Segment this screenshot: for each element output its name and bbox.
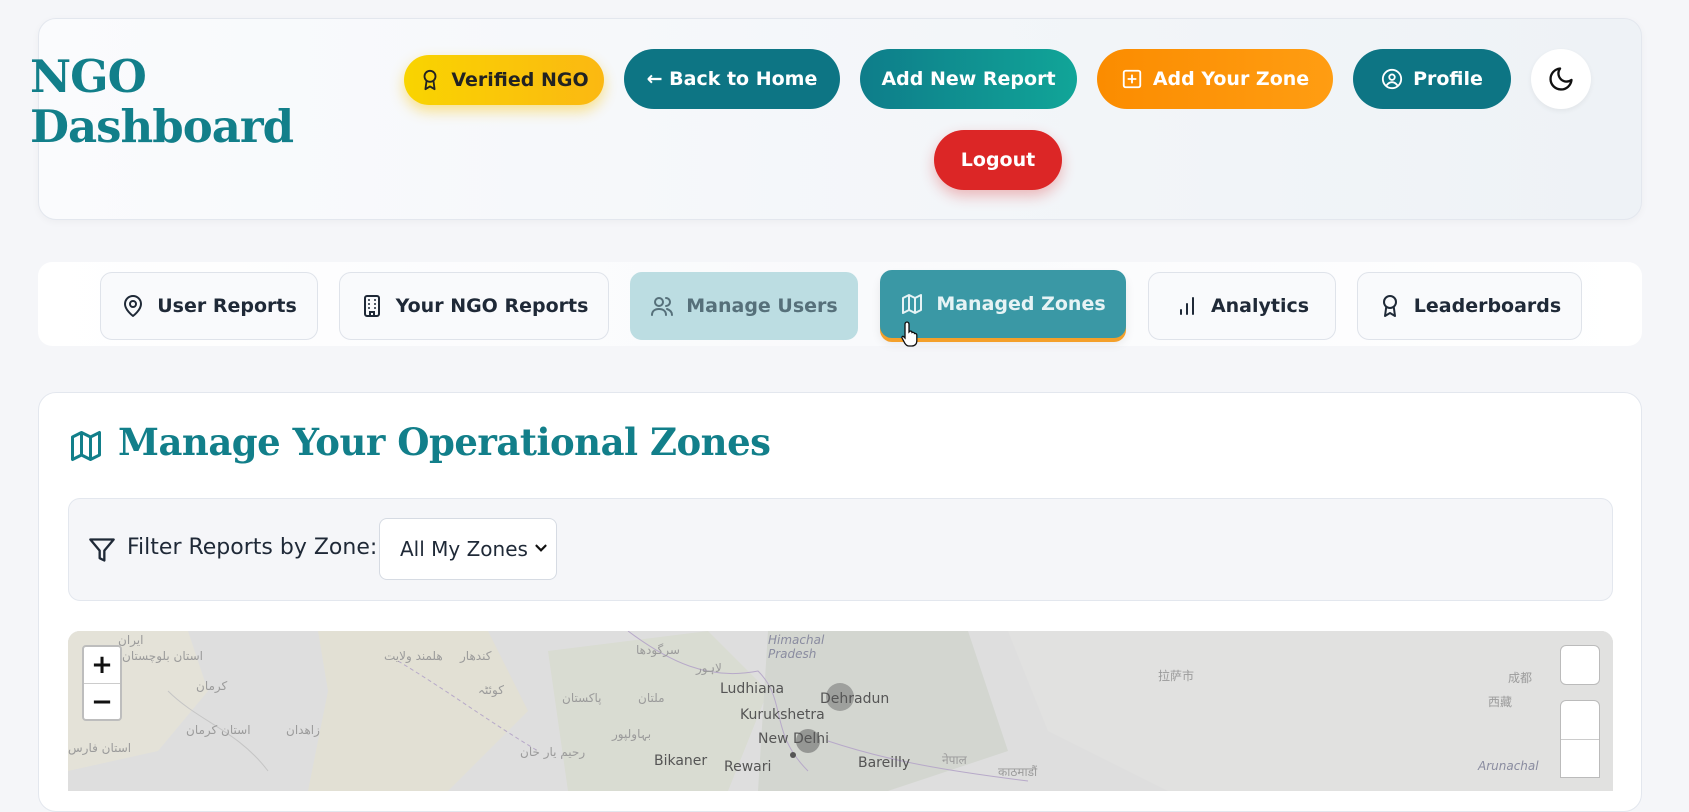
tab-manage-users[interactable]: Manage Users (630, 272, 858, 340)
building-icon (363, 295, 380, 317)
map-zoom-control: + − (82, 645, 122, 721)
logout-button[interactable]: Logout (934, 130, 1062, 190)
zone-filter-value: All My Zones (400, 537, 528, 561)
moon-icon (1549, 67, 1573, 91)
map-icon (71, 431, 101, 461)
map-label: Ludhiana (720, 681, 785, 697)
map-label: بہاولپور (612, 727, 652, 741)
zones-map[interactable]: ایران استان بلوچستان کرمان استان کرمان ا… (68, 631, 1613, 791)
zone-filter-select[interactable]: All My Zones (379, 518, 557, 580)
award-icon (1382, 295, 1397, 317)
chevron-down-icon (535, 544, 547, 552)
tab-label: User Reports (157, 295, 297, 317)
map-label: استان کرمان (186, 723, 251, 737)
verified-ngo-badge[interactable]: Verified NGO (404, 55, 604, 105)
map-label: नेपाल (942, 753, 967, 767)
tab-label: Your NGO Reports (395, 295, 589, 317)
plus-square-icon (1122, 69, 1141, 89)
filter-icon (89, 538, 115, 562)
map-label: Kurukshetra (740, 707, 825, 723)
map-label: رحیم یار خان (520, 745, 586, 759)
tab-label: Leaderboards (1413, 295, 1562, 317)
profile-label: Profile (1413, 68, 1483, 90)
profile-button[interactable]: Profile (1353, 49, 1511, 109)
map-label: Himachal Pradesh (768, 633, 825, 661)
tab-label: Manage Users (686, 295, 838, 317)
back-to-home-button[interactable]: ← Back to Home (624, 49, 840, 109)
map-label: Rewari (724, 759, 772, 775)
tab-analytics[interactable]: Analytics (1148, 272, 1336, 340)
map-label: استان فارس (68, 741, 132, 755)
map-label: 西藏 (1488, 695, 1513, 709)
map-label: استان بلوچستان (122, 649, 204, 663)
award-icon (423, 69, 437, 91)
map-label: ملتان (638, 691, 665, 705)
draw-tool-button[interactable] (1561, 701, 1599, 740)
zoom-out-button[interactable]: − (84, 684, 120, 720)
tab-leaderboards[interactable]: Leaderboards (1357, 272, 1582, 340)
map-icon (902, 294, 923, 314)
tab-user-reports[interactable]: User Reports (100, 272, 318, 340)
back-to-home-label: ← Back to Home (646, 68, 818, 90)
users-icon (651, 297, 674, 316)
section-title: Manage Your Operational Zones (118, 420, 771, 464)
map-label: New Delhi (758, 731, 830, 747)
theme-toggle-button[interactable] (1531, 49, 1591, 109)
hand-cursor-icon (901, 321, 918, 347)
map-label: Dehradun (820, 691, 890, 707)
map-label: هلمند ولایت (384, 649, 443, 663)
zoom-in-button[interactable]: + (84, 647, 120, 684)
map-label: ایران (118, 633, 144, 647)
map-label: Arunachal (1478, 759, 1539, 773)
map-label: काठमाडौं (998, 765, 1038, 779)
filter-label: Filter Reports by Zone: (127, 535, 378, 560)
map-label: پاکستان (562, 691, 602, 705)
tab-your-ngo-reports[interactable]: Your NGO Reports (339, 272, 609, 340)
bar-chart-icon (1179, 297, 1194, 315)
map-label: Bikaner (654, 753, 708, 769)
map-draw-toolbar[interactable] (1560, 700, 1600, 778)
map-label: سرگودھا (636, 643, 680, 657)
map-label: کرمان (196, 679, 228, 693)
map-layer-button[interactable] (1560, 645, 1600, 685)
verified-ngo-label: Verified NGO (451, 69, 589, 91)
map-label: لاہور (696, 661, 722, 675)
add-your-zone-label: Add Your Zone (1152, 68, 1310, 90)
page-title: NGO Dashboard (30, 50, 294, 153)
map-pin-icon (124, 295, 143, 317)
add-new-report-button[interactable]: Add New Report (860, 49, 1077, 109)
tab-label: Managed Zones (936, 293, 1106, 315)
logout-label: Logout (960, 149, 1036, 171)
map-label: کوئٹہ (478, 683, 504, 697)
user-circle-icon (1381, 68, 1403, 90)
add-new-report-label: Add New Report (881, 68, 1056, 90)
tab-label: Analytics (1210, 295, 1310, 317)
add-your-zone-button[interactable]: Add Your Zone (1097, 49, 1333, 109)
map-label: Bareilly (858, 755, 911, 771)
map-label: کندهار (460, 649, 492, 663)
map-label: 成都 (1508, 671, 1533, 685)
map-label: 拉萨市 (1158, 669, 1195, 683)
map-label: زاهدان (286, 723, 320, 737)
